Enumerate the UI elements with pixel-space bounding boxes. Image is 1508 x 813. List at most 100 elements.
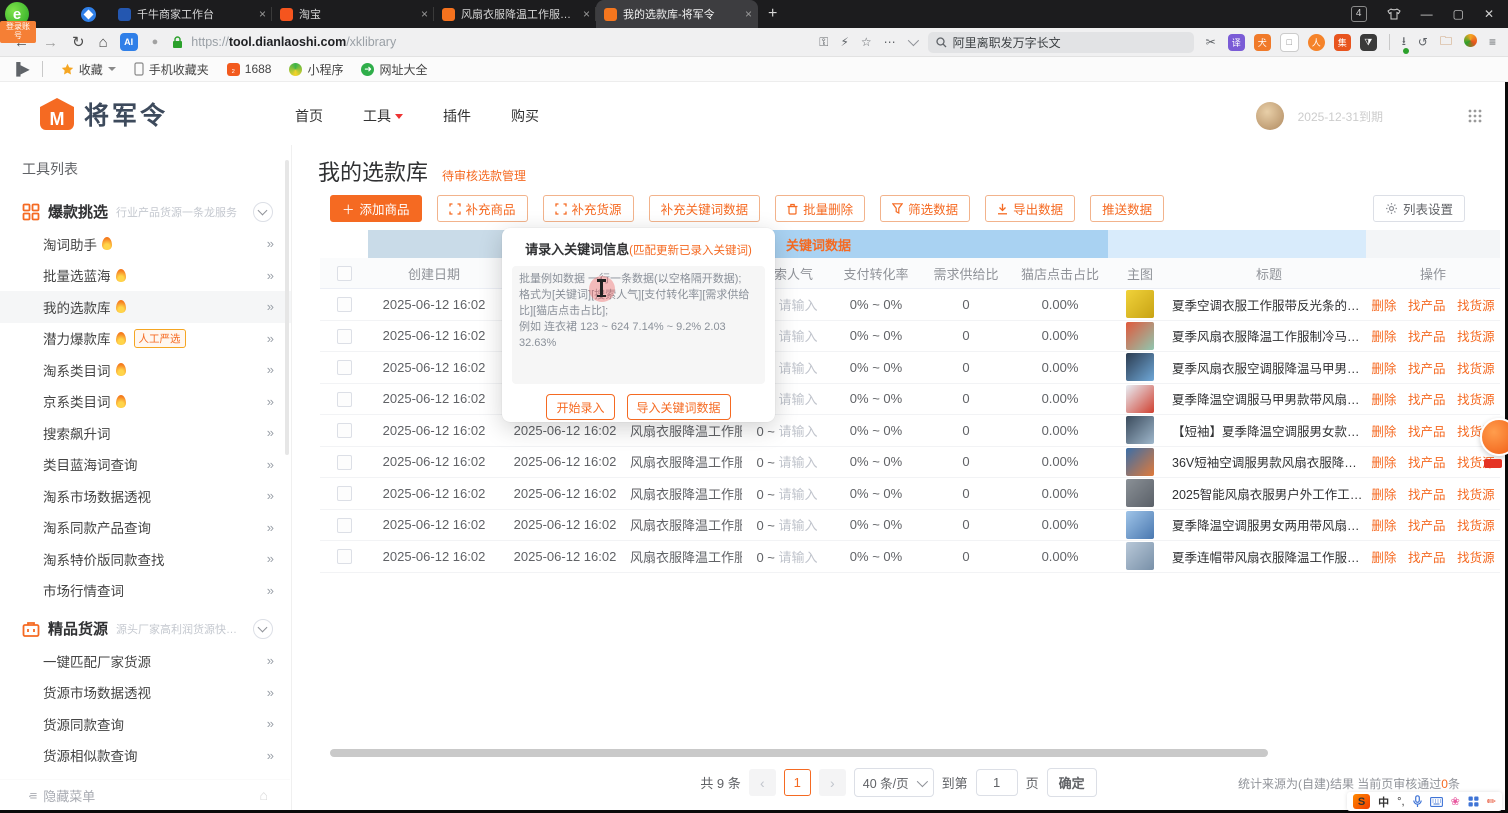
- extension-icon-3[interactable]: □: [1280, 33, 1299, 52]
- pinned-compass-icon[interactable]: [81, 7, 96, 22]
- sidebar-item[interactable]: 淘词助手 »: [0, 228, 291, 260]
- search-popularity-cell[interactable]: 0 ~ 请输入: [742, 484, 832, 503]
- collapse-chevron-icon[interactable]: [253, 202, 273, 222]
- extension-icon-5[interactable]: 集: [1334, 34, 1351, 51]
- sidebar-item[interactable]: 我的选款库 »: [0, 291, 291, 323]
- avatar[interactable]: [1256, 102, 1284, 130]
- product-thumbnail[interactable]: [1126, 479, 1154, 507]
- input-mode-chinese[interactable]: 中: [1378, 794, 1389, 810]
- theme-shirt-icon[interactable]: [1387, 8, 1401, 20]
- push-data-button[interactable]: 推送数据: [1090, 195, 1164, 222]
- site-info-icon[interactable]: ●: [152, 36, 159, 48]
- tab-close-icon[interactable]: ×: [583, 7, 590, 21]
- product-thumbnail[interactable]: [1126, 290, 1154, 318]
- forward-icon[interactable]: →: [43, 34, 58, 51]
- emoji-icon[interactable]: ✏: [1487, 795, 1496, 808]
- product-thumbnail[interactable]: [1126, 542, 1154, 570]
- skin-icon[interactable]: ❀: [1451, 795, 1460, 808]
- sidebar-scrollbar[interactable]: [285, 160, 289, 455]
- find-supply-link[interactable]: 找货源: [1457, 393, 1495, 407]
- sidebar-item[interactable]: 货源同款查询 »: [0, 708, 291, 740]
- nav-tools[interactable]: 工具: [363, 106, 403, 126]
- close-button[interactable]: ✕: [1484, 7, 1494, 21]
- find-supply-link[interactable]: 找货源: [1457, 299, 1495, 313]
- find-product-link[interactable]: 找产品: [1408, 456, 1446, 470]
- sidebar-item[interactable]: 潜力爆款库 人工严选 »: [0, 323, 291, 355]
- add-product-button[interactable]: ＋添加商品: [330, 195, 422, 222]
- sidebar-item[interactable]: 淘系特价版同款查找 »: [0, 543, 291, 575]
- find-supply-link[interactable]: 找货源: [1457, 488, 1495, 502]
- row-checkbox[interactable]: [337, 518, 352, 533]
- brand[interactable]: M 将军令: [40, 96, 168, 132]
- product-title[interactable]: 夏季空调衣服工作服带反光条的风扇衣...: [1172, 295, 1366, 314]
- bookmark-1688[interactable]: ₂ 1688: [227, 62, 272, 76]
- toolbox-bag-icon[interactable]: 🗀: [1440, 32, 1452, 53]
- home-icon[interactable]: ⌂: [99, 34, 108, 51]
- find-product-link[interactable]: 找产品: [1408, 488, 1446, 502]
- sidebar-item[interactable]: 类目蓝海词查询 »: [0, 449, 291, 481]
- chevron-down-icon[interactable]: [907, 35, 918, 46]
- start-entry-button[interactable]: 开始录入: [546, 394, 614, 420]
- sidebar-section-hot[interactable]: 爆款挑选 行业产品货源一条龙服务: [0, 195, 291, 228]
- new-tab-button[interactable]: +: [768, 5, 777, 23]
- home-small-icon[interactable]: ⌂: [260, 787, 268, 803]
- row-checkbox[interactable]: [337, 297, 352, 312]
- product-thumbnail[interactable]: [1126, 385, 1154, 413]
- sidebar-item[interactable]: 批量选蓝海 »: [0, 260, 291, 292]
- export-data-button[interactable]: 导出数据: [985, 195, 1075, 222]
- sidebar-item[interactable]: 淘系类目词 »: [0, 354, 291, 386]
- find-supply-link[interactable]: 找货源: [1457, 519, 1495, 533]
- delete-link[interactable]: 删除: [1371, 488, 1396, 502]
- nav-buy[interactable]: 购买: [511, 106, 539, 126]
- row-checkbox[interactable]: [337, 455, 352, 470]
- next-page-button[interactable]: ›: [819, 769, 846, 796]
- product-thumbnail[interactable]: [1126, 448, 1154, 476]
- row-checkbox[interactable]: [337, 549, 352, 564]
- product-thumbnail[interactable]: [1126, 322, 1154, 350]
- soft-keyboard-icon[interactable]: [1430, 797, 1443, 807]
- import-keyword-data-button[interactable]: 导入关键词数据: [627, 394, 731, 420]
- quick-search-box[interactable]: 阿里离职发万字长文: [928, 32, 1194, 53]
- search-popularity-cell[interactable]: 0 ~ 请输入: [742, 515, 832, 534]
- bookmark-star-icon[interactable]: ☆: [861, 35, 872, 49]
- find-product-link[interactable]: 找产品: [1408, 362, 1446, 376]
- browser-tab[interactable]: 我的选款库-将军令 ×: [596, 0, 758, 28]
- password-key-icon[interactable]: ⚿: [819, 35, 828, 50]
- sidebar-item[interactable]: 淘系市场数据透视 »: [0, 480, 291, 512]
- find-product-link[interactable]: 找产品: [1408, 551, 1446, 565]
- keyword-textarea[interactable]: 批量例如数据 一行一条数据(以空格隔开数据); 格式为[关键词][搜索人气][支…: [512, 266, 765, 384]
- more-icon[interactable]: ⋯: [884, 35, 896, 49]
- goto-page-input[interactable]: [976, 769, 1018, 796]
- extension-icon-1[interactable]: 译: [1228, 34, 1245, 51]
- extension-icon-4[interactable]: 人: [1308, 34, 1325, 51]
- find-product-link[interactable]: 找产品: [1408, 330, 1446, 344]
- product-title[interactable]: 夏季降温空调服男女两用带风扇的衣服...: [1172, 515, 1366, 534]
- current-page-button[interactable]: 1: [784, 769, 811, 796]
- product-title[interactable]: 夏季连帽带风扇衣服降温工作服制冷户...: [1172, 547, 1366, 566]
- tab-close-icon[interactable]: ×: [259, 7, 266, 21]
- delete-link[interactable]: 删除: [1371, 299, 1396, 313]
- find-supply-link[interactable]: 找货源: [1457, 330, 1495, 344]
- product-title[interactable]: 36V短袖空调服男款风扇衣服降温工作...: [1172, 452, 1366, 471]
- horizontal-scrollbar[interactable]: [330, 749, 1268, 757]
- search-popularity-cell[interactable]: 0 ~ 请输入: [742, 547, 832, 566]
- bookmark-miniprogram[interactable]: 小程序: [289, 61, 343, 78]
- confirm-button[interactable]: 确定: [1047, 768, 1097, 797]
- voice-input-icon[interactable]: [1413, 795, 1422, 808]
- sidebar-item[interactable]: 一键匹配厂家货源 »: [0, 645, 291, 677]
- row-checkbox[interactable]: [337, 392, 352, 407]
- product-thumbnail[interactable]: [1126, 353, 1154, 381]
- delete-link[interactable]: 删除: [1371, 456, 1396, 470]
- ssl-lock-icon[interactable]: [172, 36, 183, 49]
- history-undo-icon[interactable]: ↺: [1418, 35, 1428, 49]
- supplement-product-button[interactable]: 补充商品: [437, 195, 528, 222]
- search-popularity-cell[interactable]: 0 ~ 请输入: [742, 452, 832, 471]
- delete-link[interactable]: 删除: [1371, 330, 1396, 344]
- find-supply-link[interactable]: 找货源: [1457, 551, 1495, 565]
- list-settings-button[interactable]: 列表设置: [1373, 195, 1465, 222]
- row-checkbox[interactable]: [337, 486, 352, 501]
- supplement-supply-button[interactable]: 补充货源: [543, 195, 634, 222]
- ai-extension-icon[interactable]: AI: [120, 33, 138, 51]
- delete-link[interactable]: 删除: [1371, 362, 1396, 376]
- toolbox-grid-icon[interactable]: [1468, 796, 1479, 807]
